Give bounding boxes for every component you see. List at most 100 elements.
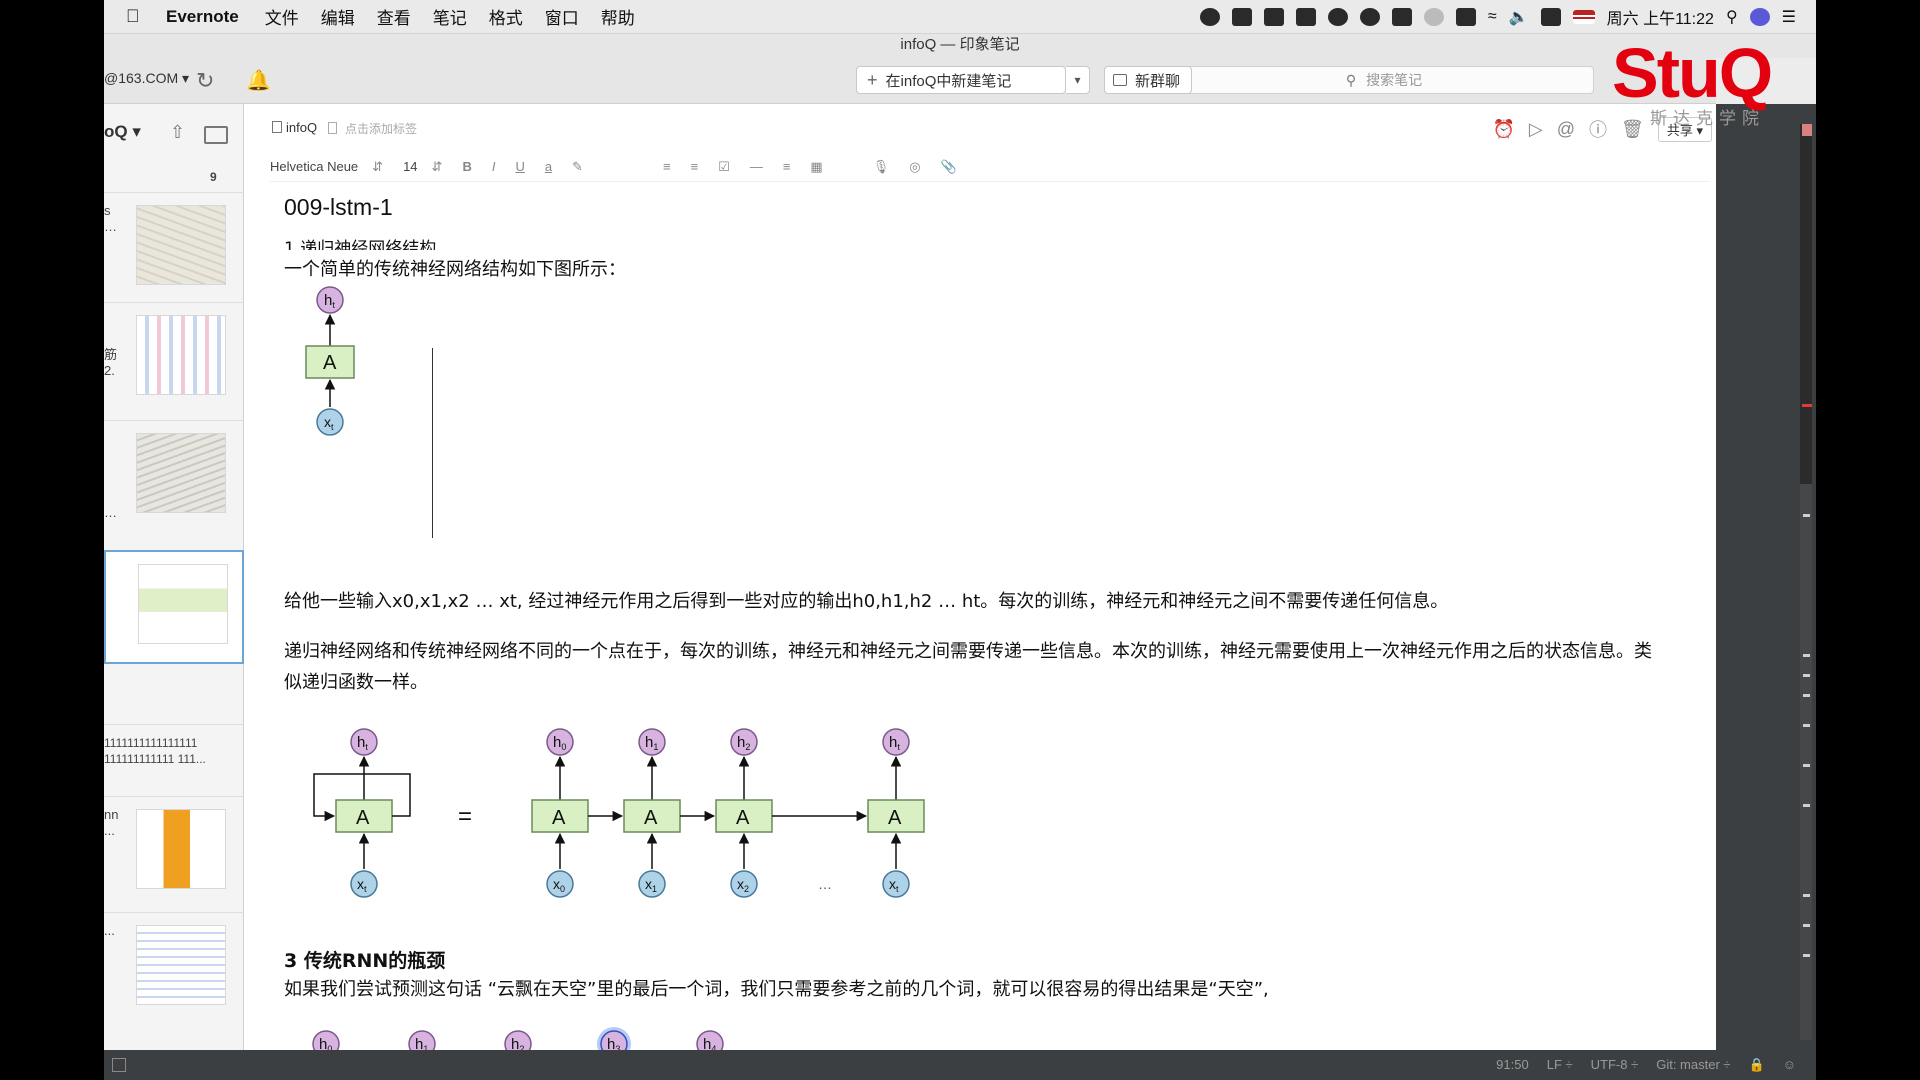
wifi-icon[interactable]: ≈ [1488,8,1497,26]
layout-toggle-icon[interactable] [204,126,228,144]
font-family-stepper-icon[interactable]: ⇵ [372,159,383,175]
ide-status-bar: 91:50 LF ÷ UTF-8 ÷ Git: master ÷ 🔒 ☺ [104,1050,1816,1080]
charge-icon[interactable] [1540,8,1561,26]
evernote-icon[interactable] [1359,8,1380,26]
help-icon[interactable] [1391,8,1412,26]
notification-center-icon[interactable]: ☰ [1782,7,1796,27]
sync-icon[interactable]: ↻ [196,68,214,94]
screen:  Evernote 文件 编辑 查看 笔记 格式 窗口 帮助 ≈ 🔈 周六 上… [104,0,1816,1080]
battery-icon[interactable] [1455,8,1476,26]
status-items: 91:50 LF ÷ UTF-8 ÷ Git: master ÷ 🔒 ☺ [1496,1057,1796,1073]
cell-label: A [736,807,750,829]
note-card[interactable]: … [104,420,244,538]
stuq-logo: StuQ 斯达克学院 [1612,38,1792,128]
inspector-icon[interactable]: ☺ [1783,1057,1796,1073]
gutter-mark [1803,724,1810,727]
plus-icon: + [867,69,878,90]
file-encoding[interactable]: UTF-8 ÷ [1591,1057,1639,1073]
panel-toggle-icon[interactable] [112,1058,126,1072]
menu-view[interactable]: 查看 [377,4,411,29]
screen-icon[interactable] [1295,8,1316,26]
divider-icon[interactable]: — [750,159,763,174]
volume-icon[interactable]: 🔈 [1509,7,1529,27]
cloud-icon[interactable] [1327,8,1348,26]
new-note-dropdown[interactable]: ▾ [1066,66,1090,94]
new-note-button[interactable]: + 在infoQ中新建笔记 [856,66,1066,94]
output-node-label: h [324,292,332,309]
present-icon[interactable]: ▷ [1529,119,1543,140]
record-icon[interactable] [1199,8,1220,26]
search-input[interactable]: ⚲ 搜索笔记 [1174,66,1594,94]
new-chat-button[interactable]: 新群聊 [1104,66,1192,94]
underline-icon[interactable]: U [515,159,524,174]
spotlight-icon[interactable]: ⚲ [1726,7,1738,27]
gutter-mark [1803,514,1810,517]
info-icon[interactable]: ⓘ [1589,116,1607,142]
siri-icon[interactable] [1749,8,1770,26]
font-size-stepper-icon[interactable]: ⇵ [432,159,443,175]
menu-file[interactable]: 文件 [265,4,299,29]
text-color-icon[interactable]: a [545,159,552,174]
share-icon[interactable]: ⇧ [170,122,185,143]
clock[interactable]: 周六 上午11:22 [1607,5,1714,29]
menu-format[interactable]: 格式 [489,4,523,29]
note-title[interactable]: 009-lstm-1 [284,194,393,221]
line-ending[interactable]: LF ÷ [1547,1057,1573,1073]
menu-window[interactable]: 窗口 [545,4,579,29]
menu-app-name[interactable]: Evernote [166,7,239,27]
gutter-mark [1803,764,1810,767]
note-snippet: ... [104,923,115,938]
dropbox-icon[interactable] [1231,8,1252,26]
note-card[interactable]: 1111111111111111 111111111111 111... [104,724,244,796]
note-snippet: 1111111111111111 111111111111 111... [104,736,206,766]
time-machine-icon[interactable] [1423,8,1444,26]
tag-icon [328,122,337,134]
align-icon[interactable]: ≡ [783,159,791,174]
font-family-select[interactable]: Helvetica Neue [270,159,358,174]
microphone-icon[interactable]: 🎙 [873,159,890,175]
highlight-icon[interactable]: ✎ [572,159,583,175]
lock-icon[interactable]: 🔒 [1749,1057,1765,1073]
note-card[interactable]: ... [104,912,244,1032]
window-title: infoQ — 印象笔记 [104,34,1816,58]
paragraph-1: 一个简单的传统神经网络结构如下图所示： [284,259,626,280]
encrypt-icon[interactable]: ◎ [909,159,920,175]
numbered-list-icon[interactable]: ≡ [691,159,699,174]
at-icon[interactable]: @ [1557,119,1575,140]
italic-icon[interactable]: I [492,159,496,174]
bookmark-icon[interactable] [1263,8,1284,26]
note-thumbnail [136,433,226,513]
menu-edit[interactable]: 编辑 [321,4,355,29]
toolbar: @163.COM ▾ ↻ 🔔 + 在infoQ中新建笔记 ▾ 新群聊 ⚲ 搜索笔… [104,58,1716,104]
apple-icon[interactable]:  [126,6,148,27]
font-size-select[interactable]: 14 [403,159,417,174]
note-meta-bar: infoQ 点击添加标签 ⏰ ▷ @ ⓘ 🗑 共享 ▾ [244,104,1716,152]
menu-help[interactable]: 帮助 [601,4,635,29]
attachment-icon[interactable]: 📎 [941,159,957,175]
bullet-list-icon[interactable]: ≡ [663,159,671,174]
bell-icon[interactable]: 🔔 [246,68,271,93]
menu-note[interactable]: 笔记 [433,4,467,29]
table-icon[interactable]: ▦ [810,159,822,175]
gutter-mark [1803,654,1810,657]
input-source-icon[interactable] [1572,10,1595,24]
tag-input[interactable]: 点击添加标签 [328,120,417,137]
checkbox-icon[interactable]: ☑ [718,159,730,175]
bold-icon[interactable]: B [462,159,471,174]
note-notebook-label: infoQ [286,120,318,135]
ellipsis: … [818,876,832,892]
note-card[interactable]: nn ... [104,796,244,906]
note-card-selected[interactable] [104,550,244,664]
cell-label: A [644,807,658,829]
notebook-selector[interactable]: oQ ▾ [104,122,141,142]
note-card[interactable]: 筋 2. [104,302,244,420]
account-menu[interactable]: @163.COM ▾ [104,70,189,87]
cursor-position[interactable]: 91:50 [1496,1057,1529,1073]
cell-label: A [356,807,370,829]
note-card[interactable]: s … [104,192,244,302]
gutter-mark [1803,674,1810,677]
reminder-icon[interactable]: ⏰ [1492,119,1514,140]
git-branch[interactable]: Git: master ÷ [1656,1057,1730,1073]
simple-nn-diagram: ht A xt [305,286,355,436]
note-notebook[interactable]: infoQ [272,120,317,135]
